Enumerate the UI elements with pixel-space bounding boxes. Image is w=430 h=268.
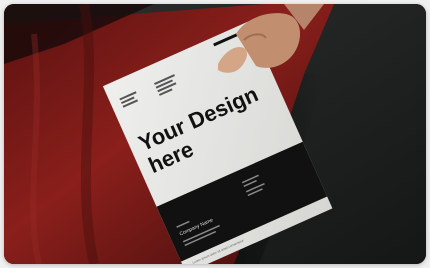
- mockup-photo-card[interactable]: Your Design here Company Name Lorem ipsu…: [4, 4, 426, 264]
- mockup-photo: Your Design here Company Name Lorem ipsu…: [4, 4, 426, 264]
